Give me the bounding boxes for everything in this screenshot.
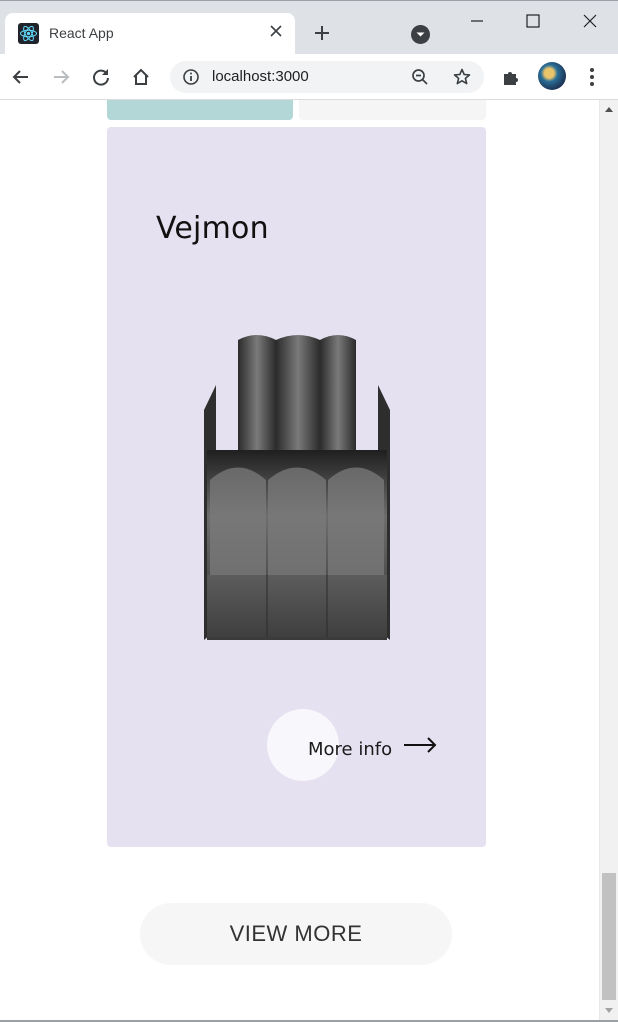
react-logo-icon — [18, 23, 39, 44]
bookmark-star-icon[interactable] — [452, 67, 472, 87]
more-info-button[interactable]: More info — [267, 709, 447, 783]
minimize-icon[interactable] — [465, 9, 489, 33]
scrollbar-thumb[interactable] — [602, 873, 616, 1000]
vertical-scrollbar[interactable] — [599, 100, 618, 1020]
address-bar[interactable]: localhost:3000 — [170, 61, 484, 93]
extensions-icon[interactable] — [500, 66, 522, 88]
site-info-icon[interactable] — [182, 68, 200, 86]
home-icon[interactable] — [130, 66, 152, 88]
more-info-label: More info — [308, 739, 393, 760]
new-tab-icon[interactable] — [312, 23, 332, 43]
tab-title: React App — [49, 25, 114, 41]
view-more-button[interactable]: VIEW MORE — [140, 903, 452, 965]
reload-icon[interactable] — [90, 66, 112, 88]
tab-strip: React App — [0, 0, 618, 56]
browser-tab[interactable]: React App — [5, 13, 295, 56]
previous-card-right[interactable] — [299, 100, 486, 120]
back-icon[interactable] — [10, 66, 32, 88]
window-close-icon[interactable] — [578, 9, 602, 33]
maximize-icon[interactable] — [521, 9, 545, 33]
scroll-down-arrow-icon[interactable] — [605, 1008, 613, 1013]
close-tab-icon[interactable] — [269, 24, 283, 38]
product-name: Vejmon — [156, 211, 269, 246]
arrow-right-icon — [403, 737, 437, 753]
forward-icon[interactable] — [50, 66, 72, 88]
previous-card-left[interactable] — [107, 100, 293, 120]
browser-toolbar: localhost:3000 — [0, 54, 618, 100]
page-viewport: Vejmon More info VIEW MORE — [0, 100, 599, 1020]
scroll-up-arrow-icon[interactable] — [605, 107, 613, 112]
tab-search-icon[interactable] — [411, 25, 430, 44]
armchair-image — [202, 330, 392, 645]
menu-icon[interactable] — [581, 66, 603, 88]
url-text: localhost:3000 — [212, 68, 309, 85]
product-card[interactable]: Vejmon More info — [107, 127, 486, 847]
profile-avatar[interactable] — [538, 62, 566, 90]
zoom-icon[interactable] — [411, 68, 429, 86]
browser-window: React App localhost:3000 Vejmon More inf… — [0, 0, 618, 1022]
